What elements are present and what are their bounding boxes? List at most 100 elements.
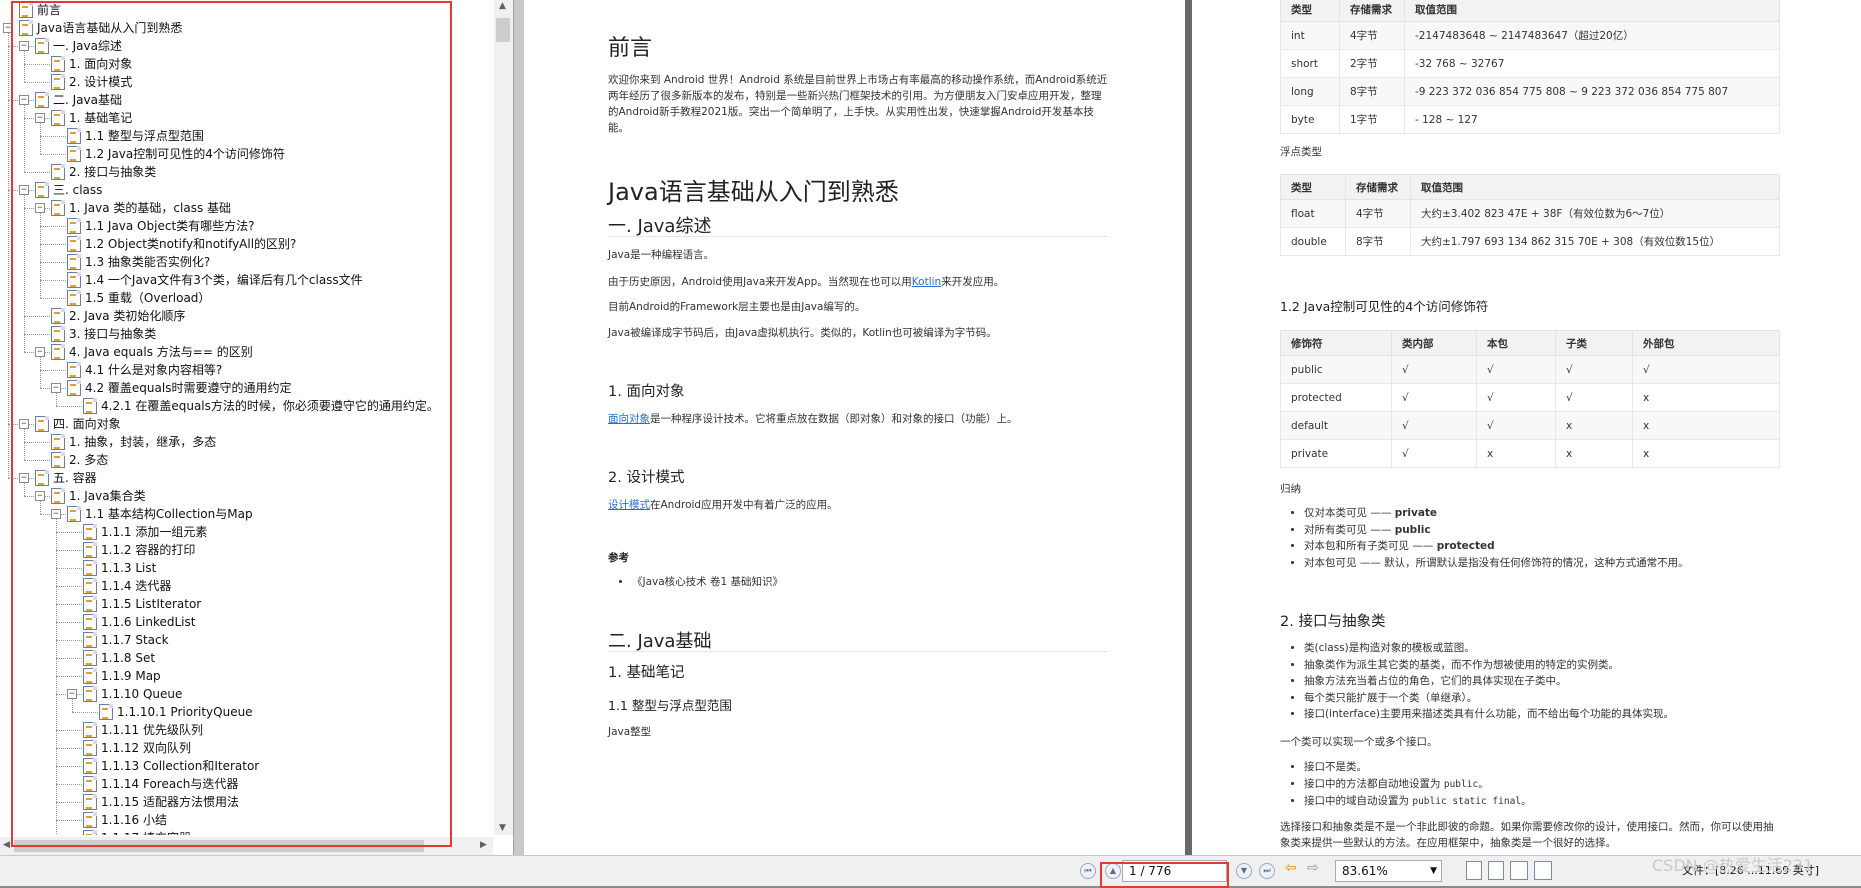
list-item: 对本包可见 —— 默认，所谓默认是指没有任何修饰符的情况，这种方式通常不用。: [1304, 555, 1861, 572]
table-cell: √: [1391, 411, 1477, 440]
table-cell: -2147483648 ~ 2147483647（超过20亿）: [1404, 21, 1780, 50]
table-header-row: 修饰符 类内部 本包 子类 外部包: [1280, 330, 1780, 356]
table-header-row: 类型 存储需求 取值范围: [1280, 0, 1780, 22]
table-cell: default: [1280, 411, 1392, 440]
table-cell: 8字节: [1345, 227, 1411, 256]
list-item: 对所有类可见 —— public: [1304, 522, 1861, 539]
list-item: 抽象类作为派生其它类的基类，而不作为想被使用的特定的实例类。: [1304, 657, 1861, 674]
table-cell: short: [1280, 49, 1340, 78]
table-cell: 大约±1.797 693 134 862 315 70E + 308（有效位数1…: [1410, 227, 1780, 256]
table-header-row: 类型 存储需求 取值范围: [1280, 174, 1780, 200]
paragraph: 选择接口和抽象类是不是一个非此即彼的命题。如果你需要修改你的设计，使用接口。然而…: [1280, 821, 1774, 849]
table-cell: -32 768 ~ 32767: [1404, 49, 1780, 78]
text: 是一种程序设计技术。它将重点放在数据（即对象）和对象的接口（功能）上。: [650, 413, 1018, 425]
design-pattern-heading: 2. 设计模式: [608, 470, 685, 486]
scroll-left-arrow-icon[interactable]: ◀: [3, 840, 10, 850]
outline-vertical-scrollbar[interactable]: ▲ ▼: [494, 0, 513, 835]
scroll-down-arrow-icon[interactable]: ▼: [499, 823, 506, 833]
table-cell: 大约±3.402 823 47E + 38F（有效位数为6～7位）: [1410, 199, 1780, 228]
table-cell: - 128 ~ 127: [1404, 105, 1780, 134]
page-gap-2: [1185, 0, 1192, 855]
list-item: 接口(interface)主要用来描述类具有什么功能，而不给出每个功能的具体实现…: [1304, 706, 1861, 723]
table-cell: x: [1555, 439, 1633, 468]
pane-splitter[interactable]: [514, 0, 524, 855]
paragraph: Java被编译成字节码后，由Java虚拟机执行。类似的，Kotlin也可被编译为…: [608, 327, 997, 339]
outline-pane: 前言 − Java语言基础从入门到熟悉 − 一. Java综述 1. 面向对象 2. 设计模…: [0, 0, 514, 855]
continuous-view-icon[interactable]: [1488, 861, 1504, 880]
access-modifier-heading: 1.2 Java控制可见性的4个访问修饰符: [1280, 299, 1489, 314]
table-header-cell: 存储需求: [1345, 174, 1411, 200]
table-header-cell: 类型: [1280, 0, 1340, 22]
table-row: int 4字节 -2147483648 ~ 2147483647（超过20亿）: [1280, 21, 1780, 50]
reference-heading: 参考: [608, 552, 629, 564]
forward-arrow-icon[interactable]: ⇨: [1307, 860, 1319, 876]
scroll-up-arrow-icon[interactable]: ▲: [499, 1, 506, 11]
table-cell: 4字节: [1339, 21, 1405, 50]
table-cell: √: [1476, 411, 1556, 440]
heading-rule: [608, 236, 1108, 237]
reference-list: 《Java核心技术 卷1 基础知识》: [608, 574, 783, 591]
table-row: short 2字节 -32 768 ~ 32767: [1280, 49, 1780, 78]
paragraph: 设计模式在Android应用开发中有着广泛的应用。: [608, 497, 838, 513]
table-header-cell: 类内部: [1391, 330, 1477, 356]
facing-view-icon[interactable]: [1510, 861, 1528, 880]
section-java-basics-heading: 二. Java基础: [608, 631, 712, 652]
kotlin-link[interactable]: Kotlin: [912, 276, 941, 288]
document-page-1: 前言 欢迎你来到 Android 世界！Android 系统是目前世界上市场占有…: [524, 0, 1185, 855]
table-cell: 8字节: [1339, 77, 1405, 106]
table-cell: private: [1280, 439, 1392, 468]
table-row: long 8字节 -9 223 372 036 854 775 808 ~ 9 22…: [1280, 77, 1780, 106]
page-indicator-highlight-box: [1100, 862, 1229, 888]
table-cell: √: [1391, 383, 1477, 412]
float-type-table: 类型 存储需求 取值范围 float 4字节 大约±3.402 823 47E + 38F…: [1280, 174, 1780, 256]
list-item: 对本包和所有子类可见 —— protected: [1304, 538, 1861, 555]
interface-list: 类(class)是构造对象的模板或蓝图。抽象类作为派生其它类的基类，而不作为想被…: [1280, 640, 1861, 723]
text: 由于历史原因，Android使用Java来开发App。当然现在也可以用: [608, 276, 912, 288]
next-page-icon[interactable]: ▼: [1236, 863, 1252, 879]
table-cell: public: [1280, 355, 1392, 384]
status-bar: ⏮ ▲ 1 / 776 ▼ ⏭ ⇦ ⇨ 83.61% ▼ 文件：[8.26 ..…: [0, 855, 1861, 886]
table-row: double 8字节 大约±1.797 693 134 862 315 70E + …: [1280, 227, 1780, 256]
table-cell: √: [1391, 439, 1477, 468]
oop-link[interactable]: 面向对象: [608, 413, 650, 425]
zoom-select[interactable]: 83.61% ▼: [1335, 860, 1442, 882]
table-cell: 4字节: [1345, 199, 1411, 228]
scroll-right-arrow-icon[interactable]: ▶: [480, 840, 487, 850]
list-item: 《Java核心技术 卷1 基础知识》: [632, 574, 783, 591]
table-header-cell: 本包: [1476, 330, 1556, 356]
paragraph: 由于历史原因，Android使用Java来开发App。当然现在也可以用Kotli…: [608, 274, 1004, 290]
table-header-cell: 类型: [1280, 174, 1346, 200]
interface-heading: 2. 接口与抽象类: [1280, 614, 1386, 630]
design-pattern-link[interactable]: 设计模式: [608, 499, 650, 511]
summary-list: 仅对本类可见 —— private对所有类可见 —— public对本包和所有子…: [1280, 505, 1861, 571]
list-item: 类(class)是构造对象的模板或蓝图。: [1304, 640, 1861, 657]
table-cell: x: [1476, 439, 1556, 468]
first-page-icon[interactable]: ⏮: [1080, 863, 1096, 879]
continuous-facing-view-icon[interactable]: [1534, 861, 1552, 880]
zoom-value: 83.61%: [1342, 864, 1388, 878]
list-item: 仅对本类可见 —— private: [1304, 505, 1861, 522]
last-page-icon[interactable]: ⏭: [1259, 863, 1275, 879]
list-item: 接口中的域自动设置为 public static final。: [1304, 793, 1861, 811]
list-item: 抽象方法充当着占位的角色，它们的具体实现在子类中。: [1304, 673, 1861, 690]
oop-heading: 1. 面向对象: [608, 384, 685, 400]
list-item: 接口不是类。: [1304, 759, 1861, 776]
preface-heading: 前言: [608, 36, 653, 61]
float-label: 浮点类型: [1280, 146, 1322, 158]
single-page-view-icon[interactable]: [1466, 861, 1482, 880]
table-cell: 1字节: [1339, 105, 1405, 134]
table-cell: 2字节: [1339, 49, 1405, 78]
text: 在Android应用开发中有着广泛的应用。: [650, 499, 838, 511]
outline-vertical-scroll-thumb[interactable]: [496, 18, 510, 42]
paragraph: Java是一种编程语言。: [608, 249, 715, 261]
back-arrow-icon[interactable]: ⇦: [1285, 860, 1297, 876]
preface-paragraph: 欢迎你来到 Android 世界！Android 系统是目前世界上市场占有率最高…: [608, 74, 1108, 134]
list-item: 每个类只能扩展于一个类（单继承）。: [1304, 690, 1861, 707]
paragraph: 一个类可以实现一个或多个接口。: [1280, 736, 1438, 748]
table-row: byte 1字节 - 128 ~ 127: [1280, 105, 1780, 134]
document-page-2: 类型 存储需求 取值范围 int 4字节 -2147483648 ~ 2147483647…: [1192, 0, 1861, 855]
list-item: 接口中的方法都自动地设置为 public。: [1304, 776, 1861, 794]
table-cell: √: [1391, 355, 1477, 384]
table-header-cell: 取值范围: [1410, 174, 1780, 200]
heading-rule: [608, 651, 1108, 652]
